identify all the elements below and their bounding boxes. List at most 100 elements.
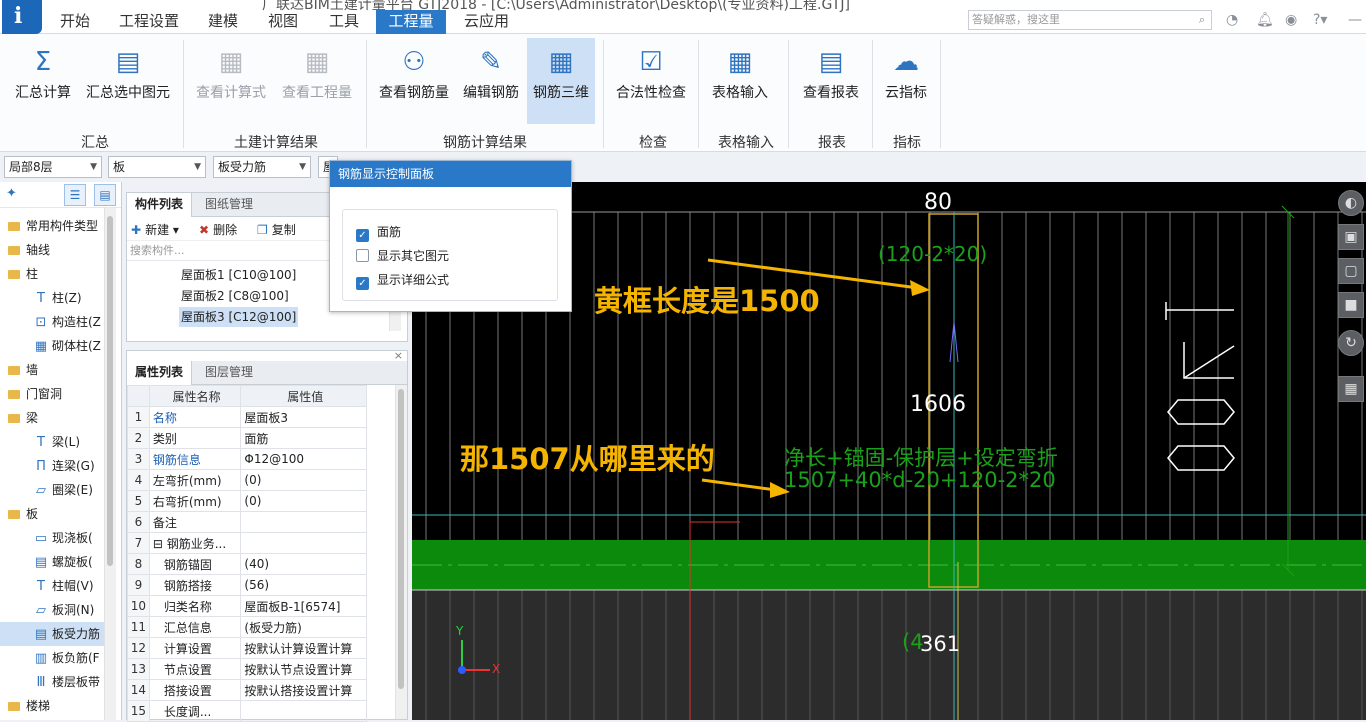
property-value[interactable]: Φ12@100 — [240, 448, 367, 470]
property-value[interactable]: (0) — [240, 490, 367, 512]
tab-modeling[interactable]: 建模 — [202, 10, 244, 34]
tab-property-list[interactable]: 属性列表 — [127, 361, 193, 385]
property-value[interactable]: (板受力筋) — [240, 616, 367, 638]
view-report-button[interactable]: ▤ 查看报表 — [796, 38, 866, 124]
property-value[interactable]: 按默认计算设置计算 — [240, 637, 367, 659]
list-item-selected[interactable]: 屋面板3 [C12@100] — [179, 307, 299, 327]
summary-calc-button[interactable]: Σ 汇总计算 — [8, 38, 78, 124]
table-row[interactable]: 12 计算设置 按默认计算设置计算 — [127, 637, 367, 659]
property-value[interactable]: 屋面板B-1[6574] — [240, 595, 367, 617]
table-row[interactable]: 10 归类名称 屋面板B-1[6574] — [127, 595, 367, 617]
tree-folder-item[interactable]: 柱 — [0, 262, 110, 286]
tree-component-item[interactable]: ▦ 砌体柱(Z — [0, 334, 110, 358]
tree-component-item[interactable]: ▭ 现浇板( — [0, 526, 110, 550]
tree-folder-item[interactable]: 墙 — [0, 358, 110, 382]
tree-component-item[interactable]: T 柱帽(V) — [0, 574, 110, 598]
table-row[interactable]: 15 长度调... — [127, 700, 367, 722]
component-type-select[interactable]: 板受力筋 ▼ — [213, 156, 311, 178]
tree-component-item[interactable]: ▤ 板受力筋 — [0, 622, 110, 646]
tree-component-item[interactable]: T 梁(L) — [0, 430, 110, 454]
checkbox-checked-icon[interactable]: ✓ — [356, 277, 369, 290]
summary-selected-button[interactable]: ▤ 汇总选中图元 — [80, 38, 176, 124]
list-item[interactable]: 屋面板1 [C10@100] — [179, 265, 298, 285]
table-row[interactable]: 9 钢筋搭接 (56) — [127, 574, 367, 596]
search-icon[interactable]: ⌕ — [1199, 11, 1205, 29]
property-value[interactable]: (40) — [240, 553, 367, 575]
table-row[interactable]: 1 名称 屋面板3 — [127, 406, 367, 428]
table-row[interactable]: 7 ⊟ 钢筋业务... — [127, 532, 367, 554]
table-row[interactable]: 3 钢筋信息 Φ12@100 — [127, 448, 367, 470]
tree-component-item[interactable]: T 柱(Z) — [0, 286, 110, 310]
property-value[interactable]: (0) — [240, 469, 367, 491]
table-row[interactable]: 6 备注 — [127, 511, 367, 533]
tab-tools[interactable]: 工具 — [323, 10, 365, 34]
tree-component-item[interactable]: ▤ 螺旋板( — [0, 550, 110, 574]
option-face-rebar[interactable]: ✓ 面筋 — [356, 223, 401, 242]
table-row[interactable]: 13 节点设置 按默认节点设置计算 — [127, 658, 367, 680]
tab-view[interactable]: 视图 — [262, 10, 304, 34]
tab-layer-management[interactable]: 图层管理 — [197, 361, 261, 385]
option-show-formula[interactable]: ✓ 显示详细公式 — [356, 271, 449, 290]
table-row[interactable]: 2 类别 面筋 — [127, 427, 367, 449]
table-row[interactable]: 8 钢筋锚固 (40) — [127, 553, 367, 575]
close-icon[interactable]: × — [394, 349, 403, 362]
tree-folder-item[interactable]: 常用构件类型 — [0, 214, 110, 238]
category-select[interactable]: 板 ▼ — [108, 156, 206, 178]
tree-component-item[interactable]: ▱ 圈梁(E) — [0, 478, 110, 502]
option-show-other[interactable]: 显示其它图元 — [356, 247, 449, 264]
view-quantity-button[interactable]: ▦ 查看工程量 — [276, 38, 358, 124]
table-row[interactable]: 11 汇总信息 (板受力筋) — [127, 616, 367, 638]
square-view-icon[interactable]: ■ — [1338, 292, 1364, 318]
checkbox-empty-icon[interactable] — [356, 249, 369, 262]
table-row[interactable]: 5 右弯折(mm) (0) — [127, 490, 367, 512]
list-item[interactable]: 屋面板2 [C8@100] — [179, 286, 291, 306]
tree-folder-item[interactable]: 轴线 — [0, 238, 110, 262]
help-search-input[interactable]: 答疑解惑，搜这里 ⌕ — [968, 10, 1212, 30]
bell-icon[interactable]: 🔔︎ — [1256, 12, 1274, 28]
tree-component-item[interactable]: Ⅲ 楼层板带 — [0, 670, 110, 694]
property-value[interactable]: 按默认节点设置计算 — [240, 658, 367, 680]
table-row[interactable]: 4 左弯折(mm) (0) — [127, 469, 367, 491]
floor-select[interactable]: 局部8层 ▼ — [4, 156, 102, 178]
pin-icon[interactable]: ✦ — [6, 186, 17, 201]
tab-quantities[interactable]: 工程量 — [376, 10, 446, 34]
view-cube-icon[interactable]: ◐ — [1338, 190, 1364, 216]
delete-button[interactable]: ✖ 删除 — [199, 221, 237, 238]
tree-component-item[interactable]: ▱ 板洞(N) — [0, 598, 110, 622]
user-icon[interactable]: ◔ — [1226, 12, 1238, 28]
property-value[interactable]: 按默认搭接设置计算 — [240, 679, 367, 701]
detail-view-icon[interactable]: ▤ — [94, 184, 116, 206]
grid-view-icon[interactable]: ▦ — [1338, 376, 1364, 402]
tab-start[interactable]: 开始 — [54, 10, 96, 34]
rotate-icon[interactable]: ↻ — [1338, 330, 1364, 356]
rebar-3d-button[interactable]: ▦ 钢筋三维 — [527, 38, 595, 124]
property-value[interactable] — [240, 511, 367, 533]
tree-folder-item[interactable]: 板 — [0, 502, 110, 526]
chat-icon[interactable]: ◉ — [1285, 12, 1297, 28]
tab-project-settings[interactable]: 工程设置 — [113, 10, 185, 34]
help-icon[interactable]: ?▾ — [1313, 12, 1327, 28]
box-view-icon[interactable]: ▢ — [1338, 258, 1364, 284]
minimize-icon[interactable]: — — [1348, 12, 1362, 28]
view-formula-button[interactable]: ▦ 查看计算式 — [190, 38, 272, 124]
copy-button[interactable]: ❐ 复制 — [257, 221, 296, 238]
new-button[interactable]: ✚ 新建 ▾ — [131, 221, 179, 238]
tree-component-item[interactable]: П 连梁(G) — [0, 454, 110, 478]
edit-rebar-button[interactable]: ✎ 编辑钢筋 — [458, 38, 524, 124]
tab-drawing-management[interactable]: 图纸管理 — [197, 193, 261, 217]
property-value[interactable] — [240, 532, 367, 554]
table-row[interactable]: 14 搭接设置 按默认搭接设置计算 — [127, 679, 367, 701]
tree-folder-item[interactable]: 门窗洞 — [0, 382, 110, 406]
property-value[interactable]: 屋面板3 — [240, 406, 367, 428]
list-view-icon[interactable]: ☰ — [64, 184, 86, 206]
table-input-button[interactable]: ▦ 表格输入 — [704, 38, 776, 124]
tree-folder-item[interactable]: 梁 — [0, 406, 110, 430]
tab-cloud[interactable]: 云应用 — [458, 10, 515, 34]
tree-folder-item[interactable]: 楼梯 — [0, 694, 110, 718]
property-value[interactable] — [240, 700, 367, 722]
validity-check-button[interactable]: ☑ 合法性检查 — [610, 38, 692, 124]
property-value[interactable]: (56) — [240, 574, 367, 596]
tab-component-list[interactable]: 构件列表 — [127, 193, 193, 217]
checkbox-checked-icon[interactable]: ✓ — [356, 229, 369, 242]
property-value[interactable]: 面筋 — [240, 427, 367, 449]
